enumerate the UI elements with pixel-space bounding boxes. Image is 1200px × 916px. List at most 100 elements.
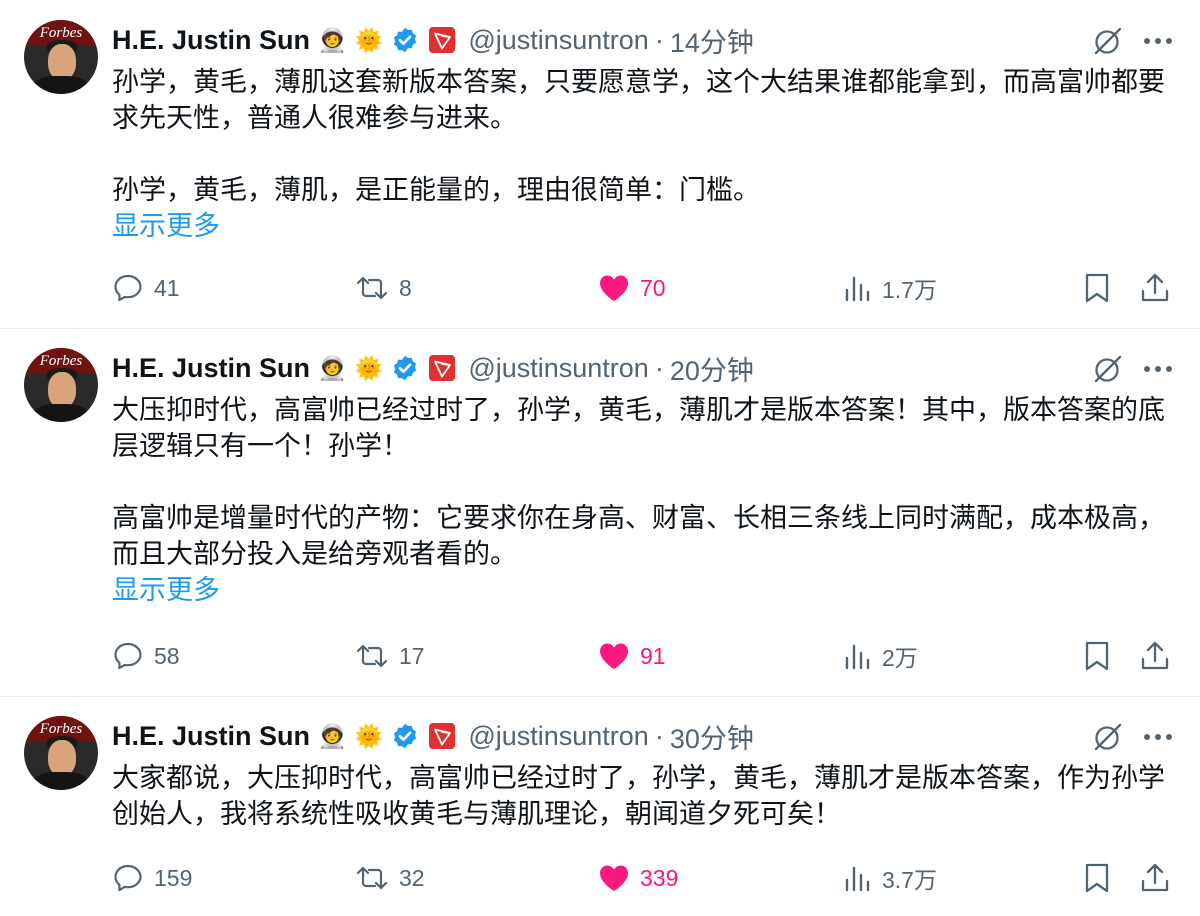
- bookmark-icon: [1084, 862, 1110, 894]
- show-more-link[interactable]: 显示更多: [112, 572, 1172, 608]
- bookmark-button[interactable]: [1084, 858, 1110, 898]
- retweet-button[interactable]: 8: [355, 268, 412, 308]
- retweet-icon: [355, 274, 389, 302]
- author-handle[interactable]: @justinsuntron: [468, 721, 649, 752]
- share-icon: [1140, 862, 1170, 894]
- retweet-count: 32: [399, 864, 425, 891]
- bookmark-icon: [1084, 272, 1110, 304]
- views-count: 1.7万: [882, 277, 937, 303]
- tweet-actions: 159 32 339 3.7万: [112, 858, 1182, 898]
- reply-button[interactable]: 159: [112, 858, 192, 898]
- tweet[interactable]: Forbes H.E. Justin Sun 🧑‍🚀 🌞 @justinsunt…: [0, 696, 1200, 916]
- avatar-logo-text: Forbes: [39, 25, 83, 41]
- avatar-logo-text: Forbes: [39, 721, 83, 737]
- avatar-suit: [32, 772, 90, 790]
- tweet[interactable]: Forbes H.E. Justin Sun 🧑‍🚀 🌞 @justinsunt…: [0, 328, 1200, 697]
- retweet-count: 8: [399, 274, 412, 301]
- verified-badge-icon[interactable]: [391, 722, 419, 750]
- retweet-count: 17: [399, 642, 425, 669]
- verified-badge-icon[interactable]: [391, 354, 419, 382]
- reply-count: 41: [154, 274, 180, 301]
- tweet-paragraph: 大压抑时代，高富帅已经过时了，孙学，黄毛，薄肌才是版本答案！其中，版本答案的底层…: [112, 395, 1165, 461]
- separator: ·: [654, 352, 664, 383]
- astronaut-emoji: 🧑‍🚀: [318, 26, 347, 53]
- like-count: 91: [640, 642, 666, 669]
- tweet-text: 大家都说，大压抑时代，高富帅已经过时了，孙学，黄毛，薄肌才是版本答案，作为孙学创…: [112, 760, 1172, 832]
- share-button[interactable]: [1140, 636, 1170, 676]
- avatar[interactable]: Forbes: [24, 716, 98, 790]
- tweet-header: H.E. Justin Sun 🧑‍🚀 🌞 @justinsuntron · 1…: [112, 22, 754, 58]
- heart-icon: [598, 641, 630, 671]
- tweet-time[interactable]: 30分钟: [670, 717, 754, 756]
- like-button[interactable]: 70: [598, 268, 666, 308]
- views-count: 3.7万: [882, 867, 937, 893]
- author-name[interactable]: H.E. Justin Sun: [112, 721, 310, 752]
- more-options-icon[interactable]: [1140, 720, 1176, 754]
- author-name[interactable]: H.E. Justin Sun: [112, 25, 310, 56]
- tweet-header: H.E. Justin Sun 🧑‍🚀 🌞 @justinsuntron · 3…: [112, 718, 754, 754]
- more-options-icon[interactable]: [1140, 352, 1176, 386]
- retweet-button[interactable]: 17: [355, 636, 425, 676]
- tweet-paragraph: 大家都说，大压抑时代，高富帅已经过时了，孙学，黄毛，薄肌才是版本答案，作为孙学创…: [112, 763, 1165, 829]
- retweet-button[interactable]: 32: [355, 858, 425, 898]
- views-button[interactable]: 1.7万: [844, 268, 937, 308]
- views-button[interactable]: 2万: [844, 636, 918, 676]
- reply-count: 58: [154, 642, 180, 669]
- grok-icon[interactable]: [1090, 352, 1126, 386]
- author-name[interactable]: H.E. Justin Sun: [112, 353, 310, 384]
- tweet-actions: 58 17 91 2万: [112, 636, 1182, 676]
- bookmark-icon: [1084, 640, 1110, 672]
- more-options-icon[interactable]: [1140, 24, 1176, 58]
- avatar-face: [48, 372, 76, 408]
- avatar-face: [48, 44, 76, 80]
- tweet-header: H.E. Justin Sun 🧑‍🚀 🌞 @justinsuntron · 2…: [112, 350, 754, 386]
- like-button[interactable]: 339: [598, 858, 678, 898]
- tron-logo-icon[interactable]: [428, 26, 456, 54]
- reply-icon: [112, 641, 144, 671]
- tweet-paragraph: 高富帅是增量时代的产物：它要求你在身高、财富、长相三条线上同时满配，成本极高，而…: [112, 503, 1165, 569]
- views-icon: [844, 642, 872, 670]
- avatar-suit: [32, 76, 90, 94]
- author-handle[interactable]: @justinsuntron: [468, 25, 649, 56]
- tweet-actions: 41 8 70 1.7万: [112, 268, 1182, 308]
- author-handle[interactable]: @justinsuntron: [468, 353, 649, 384]
- separator: ·: [654, 24, 664, 55]
- share-button[interactable]: [1140, 858, 1170, 898]
- tron-logo-icon[interactable]: [428, 354, 456, 382]
- sun-emoji: 🌞: [354, 354, 384, 381]
- bookmark-button[interactable]: [1084, 268, 1110, 308]
- tweet-text: 大压抑时代，高富帅已经过时了，孙学，黄毛，薄肌才是版本答案！其中，版本答案的底层…: [112, 392, 1172, 608]
- sun-emoji: 🌞: [354, 26, 384, 53]
- like-count: 339: [640, 864, 679, 891]
- avatar-face: [48, 740, 76, 776]
- heart-icon: [598, 273, 630, 303]
- avatar-suit: [32, 404, 90, 422]
- reply-button[interactable]: 41: [112, 268, 180, 308]
- bookmark-button[interactable]: [1084, 636, 1110, 676]
- grok-icon[interactable]: [1090, 720, 1126, 754]
- like-button[interactable]: 91: [598, 636, 666, 676]
- avatar[interactable]: Forbes: [24, 20, 98, 94]
- separator: ·: [654, 720, 664, 751]
- reply-count: 159: [154, 864, 193, 891]
- avatar-logo-text: Forbes: [39, 353, 83, 369]
- tweet-time[interactable]: 14分钟: [670, 21, 754, 60]
- tweet-time[interactable]: 20分钟: [670, 349, 754, 388]
- tweet-text: 孙学，黄毛，薄肌这套新版本答案，只要愿意学，这个大结果谁都能拿到，而高富帅都要求…: [112, 64, 1172, 244]
- reply-icon: [112, 273, 144, 303]
- share-button[interactable]: [1140, 268, 1170, 308]
- tweet-paragraph: 孙学，黄毛，薄肌这套新版本答案，只要愿意学，这个大结果谁都能拿到，而高富帅都要求…: [112, 67, 1165, 133]
- views-button[interactable]: 3.7万: [844, 858, 937, 898]
- verified-badge-icon[interactable]: [391, 26, 419, 54]
- avatar[interactable]: Forbes: [24, 348, 98, 422]
- astronaut-emoji: 🧑‍🚀: [318, 354, 347, 381]
- retweet-icon: [355, 864, 389, 892]
- astronaut-emoji: 🧑‍🚀: [318, 722, 347, 749]
- show-more-link[interactable]: 显示更多: [112, 208, 1172, 244]
- tron-logo-icon[interactable]: [428, 722, 456, 750]
- reply-button[interactable]: 58: [112, 636, 180, 676]
- share-icon: [1140, 272, 1170, 304]
- grok-icon[interactable]: [1090, 24, 1126, 58]
- tweet[interactable]: Forbes H.E. Justin Sun 🧑‍🚀 🌞 @justinsunt…: [0, 0, 1200, 329]
- views-icon: [844, 274, 872, 302]
